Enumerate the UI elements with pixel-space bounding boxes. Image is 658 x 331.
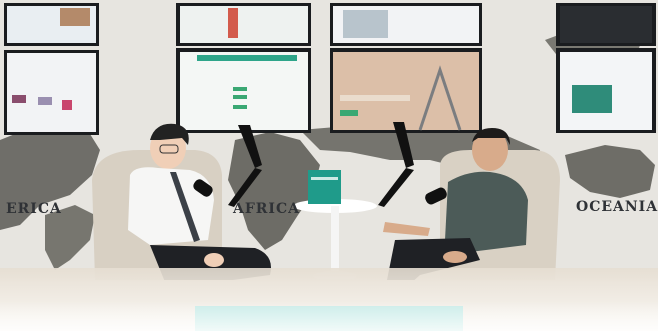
map-label-america: ERICA [6,201,62,217]
teal-book [308,170,341,204]
podcast-photo: ERICA AFRICA OCEANIA [0,0,658,331]
video-wall-with-world-map [0,0,658,280]
map-label-oceania: OCEANIA [576,199,658,215]
caption-bar [195,306,463,331]
map-label-africa: AFRICA [233,201,300,217]
